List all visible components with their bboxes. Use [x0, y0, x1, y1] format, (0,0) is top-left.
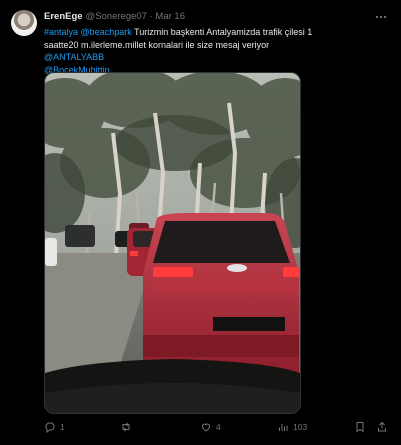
heart-icon — [201, 423, 211, 432]
retweet-button[interactable] — [120, 420, 132, 434]
retweet-icon — [122, 422, 130, 432]
share-icon — [378, 421, 386, 432]
mention-antalyabb[interactable]: @ANTALYABB — [44, 52, 104, 62]
separator: · — [149, 11, 153, 22]
author-name[interactable]: ErenEge — [44, 11, 83, 22]
like-count: 4 — [216, 422, 221, 432]
reply-button[interactable]: 1 — [44, 420, 65, 434]
mention-beachpark[interactable]: @beachpark — [81, 27, 132, 37]
views-count: 103 — [293, 422, 308, 432]
tweet-photo[interactable] — [44, 72, 301, 414]
action-bar: 1 4 103 — [44, 420, 390, 434]
avatar[interactable] — [11, 10, 37, 36]
bookmark-button[interactable] — [354, 420, 366, 434]
bookmark-icon — [356, 422, 364, 433]
tweet-date[interactable]: Mar 16 — [155, 11, 185, 22]
like-button[interactable]: 4 — [200, 420, 221, 434]
author-handle[interactable]: @Sonerege07 — [86, 11, 147, 22]
tweet[interactable]: ErenEge @Sonerege07 · Mar 16 #antalya @be… — [0, 0, 401, 445]
hashtag-antalya[interactable]: #antalya — [44, 27, 78, 37]
share-button[interactable] — [376, 420, 388, 434]
reply-count: 1 — [60, 422, 65, 432]
tweet-text: #antalya @beachpark Turizmin başkenti An… — [44, 26, 324, 76]
reply-icon — [45, 422, 55, 433]
tweet-header: ErenEge @Sonerege07 · Mar 16 — [44, 9, 185, 25]
views-button[interactable]: 103 — [277, 420, 307, 434]
more-dots-icon[interactable] — [374, 10, 388, 24]
analytics-icon — [279, 424, 288, 431]
